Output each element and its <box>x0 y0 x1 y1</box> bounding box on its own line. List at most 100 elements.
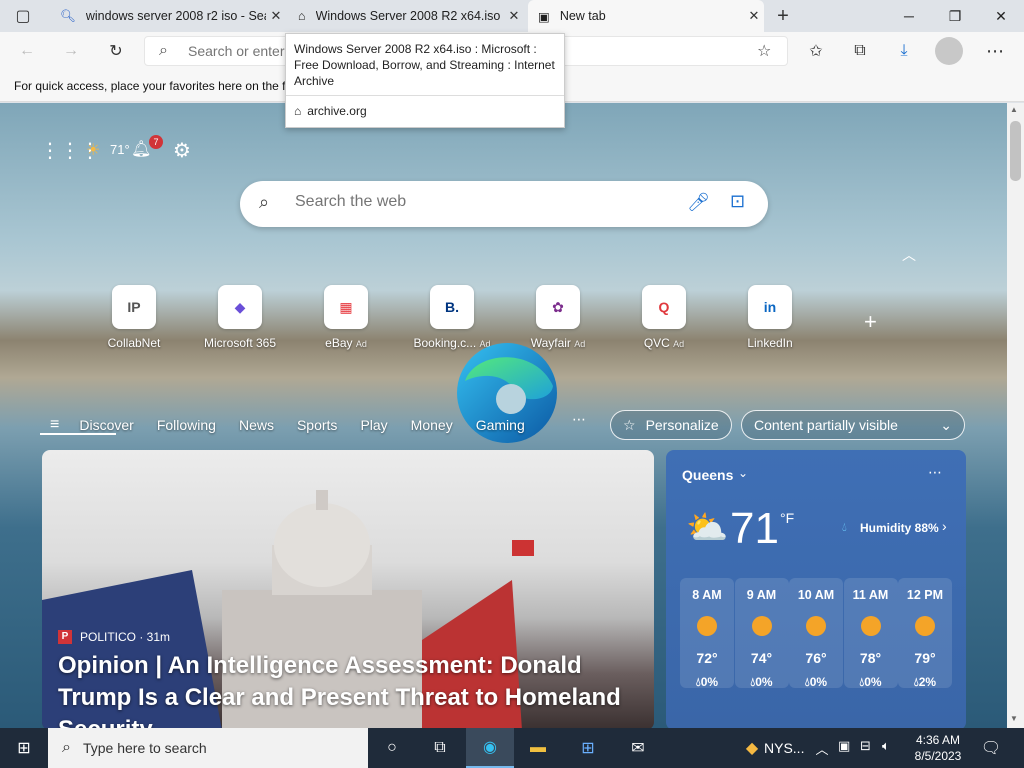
hour-temp: 79° <box>914 650 936 666</box>
scroll-up-icon[interactable]: ▲ <box>1010 105 1018 114</box>
tab-search[interactable]: 🔍︎ windows server 2008 r2 iso - Sea ✕ <box>50 0 286 32</box>
edge-taskbar-icon[interactable]: ◉ <box>466 728 514 768</box>
stock-ticker[interactable]: NYS... <box>764 740 804 756</box>
page-settings-gear-icon[interactable]: ⚙ <box>173 138 191 163</box>
tab-title: windows server 2008 r2 iso - Sea <box>85 9 266 23</box>
more-nav-icon[interactable]: ⋯ <box>572 411 586 428</box>
weather-current-temp: 71 <box>730 504 779 553</box>
back-icon[interactable]: ← <box>12 36 42 66</box>
star-icon: ☆ <box>623 416 636 433</box>
archive-favicon-icon: ⌂ <box>298 9 306 23</box>
search-icon: ⌕ <box>259 192 270 212</box>
close-tab-icon[interactable]: ✕ <box>744 8 764 24</box>
hour-forecast[interactable]: 12 PM 79° 💧︎2% <box>898 578 952 689</box>
minimize-icon[interactable]: ─ <box>886 0 932 32</box>
weather-unit[interactable]: °F <box>780 510 794 526</box>
new-tab-plus-icon[interactable]: + <box>768 1 798 31</box>
feed-tab-6[interactable]: Gaming <box>476 417 525 433</box>
add-favorite-icon[interactable]: ☆ <box>757 41 771 61</box>
menu-icon[interactable]: ≡ <box>50 416 59 434</box>
hour-temp: 74° <box>750 650 773 666</box>
politico-logo-icon: P <box>58 630 72 644</box>
notification-center-icon[interactable]: 🗨︎ <box>968 728 1014 768</box>
feed-tab-1[interactable]: Following <box>157 417 216 433</box>
visual-search-icon[interactable]: ⊡ <box>730 191 745 212</box>
hour-time: 9 AM <box>746 588 777 602</box>
hour-forecast[interactable]: 10 AM 76° 💧︎0% <box>789 578 843 689</box>
chevron-down-icon[interactable]: ⌄ <box>738 466 748 480</box>
weather-card[interactable]: Queens ⌄ ⋯ ⛅ 71 °F 💧︎ Humidity 88% › 8 A… <box>666 450 966 728</box>
quick-link-label: LinkedIn <box>747 336 793 350</box>
collections-icon[interactable]: ⧉ <box>845 36 875 66</box>
feed-tab-0[interactable]: Discover <box>79 417 133 433</box>
microphone-icon[interactable]: 🎤︎ <box>687 192 710 213</box>
personalize-label: Personalize <box>645 417 719 433</box>
close-tab-icon[interactable]: ✕ <box>504 8 524 24</box>
partly-cloudy-icon: ⛅ <box>686 509 729 547</box>
restore-icon[interactable]: ❐ <box>932 0 978 32</box>
clock[interactable]: 4:36 AM 8/5/2023 <box>908 732 968 764</box>
task-view-icon[interactable]: ⧉ <box>416 728 464 768</box>
sunny-icon <box>806 616 826 636</box>
feed-tab-2[interactable]: News <box>239 417 274 433</box>
feed-tab-3[interactable]: Sports <box>297 417 337 433</box>
quick-link-logo-icon: B. <box>430 285 474 329</box>
settings-more-icon[interactable]: ⋯ <box>980 36 1010 66</box>
chevron-right-icon[interactable]: › <box>942 518 947 534</box>
network-icon[interactable]: ⊟ <box>860 738 871 754</box>
add-quick-link-icon[interactable]: + <box>864 309 877 335</box>
volume-muted-icon[interactable]: 🔈︎ <box>882 738 890 754</box>
hour-precip: 💧︎0% <box>804 675 828 689</box>
notification-badge: 7 <box>149 135 163 149</box>
hour-temp: 76° <box>805 650 827 666</box>
weather-more-icon[interactable]: ⋯ <box>928 464 942 481</box>
feed-tab-4[interactable]: Play <box>360 417 387 433</box>
cortana-icon[interactable]: ○ <box>368 728 416 768</box>
weather-temp[interactable]: 71° <box>110 142 130 157</box>
hour-forecast[interactable]: 9 AM 74° 💧︎0% <box>734 578 789 689</box>
chevron-down-icon: ⌄ <box>940 416 952 433</box>
weather-icon[interactable]: ☀ <box>86 140 100 160</box>
web-search-box[interactable]: ⌕ 🎤︎ ⊡ <box>240 181 768 227</box>
hour-forecast[interactable]: 11 AM 78° 💧︎0% <box>843 578 898 689</box>
weather-city[interactable]: Queens <box>682 467 733 483</box>
clock-time: 4:36 AM <box>915 733 961 747</box>
personalize-button[interactable]: ☆ Personalize <box>610 410 732 440</box>
quick-link-2[interactable]: ▦ eBay Ad <box>296 285 396 350</box>
tab-actions-icon[interactable]: ▢ <box>8 1 38 31</box>
web-search-input[interactable] <box>295 193 675 211</box>
forward-icon[interactable]: → <box>56 36 86 66</box>
windows-start-icon[interactable]: ⊞ <box>0 728 48 768</box>
content-visibility-dropdown[interactable]: Content partially visible ⌄ <box>741 410 965 440</box>
quick-link-6[interactable]: in LinkedIn <box>720 285 820 350</box>
collapse-chevron-up-icon[interactable]: ︿ <box>902 245 916 265</box>
downloads-icon[interactable]: ⤓ <box>889 36 919 66</box>
taskbar-search-box[interactable]: ⌕ Type here to search <box>48 728 368 768</box>
store-icon[interactable]: ⊞ <box>564 728 612 768</box>
page-scrollbar[interactable]: ▲ ▼ <box>1007 103 1024 728</box>
hover-card-title: Windows Server 2008 R2 x64.iso : Microso… <box>286 34 564 96</box>
quick-link-5[interactable]: Q QVC Ad <box>614 285 714 350</box>
hero-news-card[interactable]: P POLITICO · 31m Opinion | An Intelligen… <box>42 450 654 728</box>
favorites-bar-hint: For quick access, place your favorites h… <box>14 78 286 93</box>
quick-link-logo-icon: ✿ <box>536 285 580 329</box>
favorites-icon[interactable]: ✩ <box>801 36 831 66</box>
tab-archive[interactable]: ⌂ Windows Server 2008 R2 x64.iso ✕ <box>288 0 524 32</box>
window-close-icon[interactable]: ✕ <box>978 0 1024 32</box>
file-explorer-icon[interactable]: ▬ <box>514 728 562 768</box>
hour-precip: 💧︎2% <box>913 675 937 689</box>
tray-device-icon[interactable]: ▣ <box>838 738 850 754</box>
profile-avatar[interactable] <box>935 37 963 65</box>
scroll-down-icon[interactable]: ▼ <box>1010 714 1018 723</box>
scrollbar-thumb[interactable] <box>1010 121 1021 181</box>
quick-link-0[interactable]: IP CollabNet <box>84 285 184 350</box>
quick-link-1[interactable]: ◆ Microsoft 365 <box>190 285 290 350</box>
close-tab-icon[interactable]: ✕ <box>266 8 286 24</box>
hour-forecast[interactable]: 8 AM 72° 💧︎0% <box>680 578 734 689</box>
refresh-icon[interactable]: ↻ <box>101 36 131 66</box>
feed-tab-5[interactable]: Money <box>411 417 453 433</box>
mail-icon[interactable]: ✉ <box>614 728 662 768</box>
tab-new-tab[interactable]: ▣ New tab ✕ <box>528 0 764 32</box>
quick-link-label: CollabNet <box>107 336 161 350</box>
hero-headline[interactable]: Opinion | An Intelligence Assessment: Do… <box>58 650 648 728</box>
